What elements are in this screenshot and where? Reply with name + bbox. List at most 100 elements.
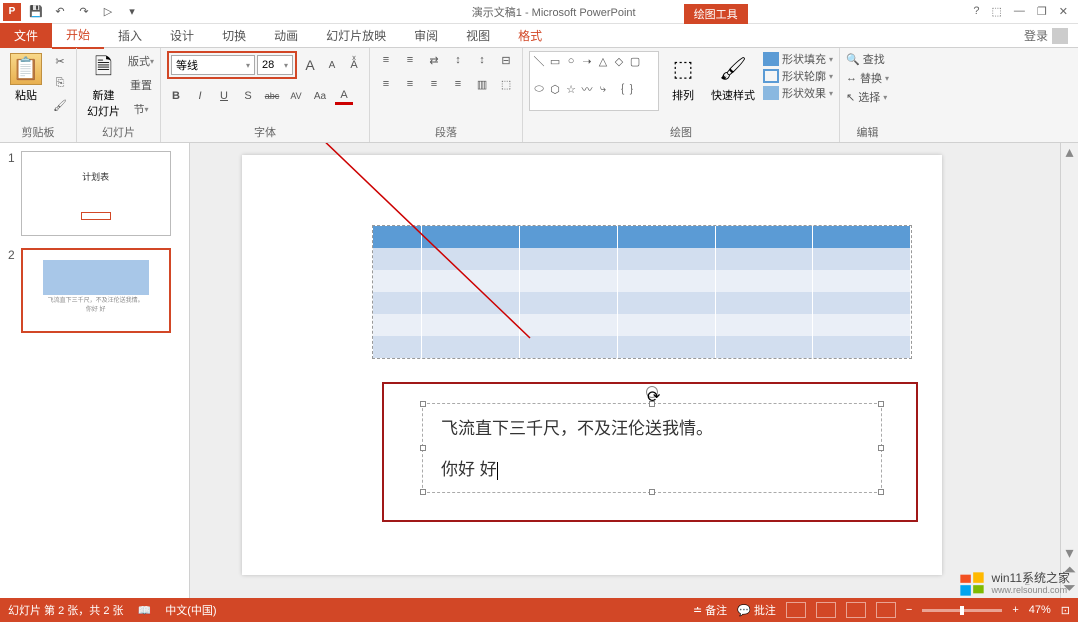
scroll-down-button[interactable]: ▾ bbox=[1061, 544, 1078, 562]
resize-handle-ne[interactable] bbox=[878, 401, 884, 407]
shapes-gallery[interactable]: ＼ ▭ ○ ➝ △ ◇ ▢ ⬭ ⬡ ☆ 〰 ⤷ ｛ ｝ bbox=[529, 51, 659, 111]
columns-button[interactable]: ▥ bbox=[472, 75, 492, 93]
shape-arrow-icon[interactable]: ➝ bbox=[580, 54, 594, 68]
slide-table[interactable] bbox=[373, 226, 911, 358]
shape-brace2-icon[interactable]: ｝ bbox=[628, 82, 642, 96]
font-size-combo[interactable]: 28▾ bbox=[257, 55, 293, 75]
start-slideshow-button[interactable]: ▷ bbox=[100, 4, 116, 20]
change-case-button[interactable]: Aa bbox=[311, 87, 329, 105]
select-button[interactable]: ↖选择 ▾ bbox=[846, 89, 889, 105]
thumbnail-2[interactable]: 2 飞流直下三千尺，不及汪伦送我情。 你好 好 bbox=[8, 248, 181, 333]
new-slide-button[interactable]: 🗎 新建 幻灯片 bbox=[83, 51, 124, 121]
resize-handle-s[interactable] bbox=[649, 489, 655, 495]
underline-button[interactable]: U bbox=[215, 87, 233, 105]
shape-curve-icon[interactable]: 〰 bbox=[580, 82, 594, 96]
thumbnail-1[interactable]: 1 计划表 bbox=[8, 151, 181, 236]
redo-button[interactable]: ↷ bbox=[76, 4, 92, 20]
resize-handle-w[interactable] bbox=[420, 445, 426, 451]
slide-editor[interactable]: ⟳ 飞流直下三千尺，不及汪伦送我情。 你好 好 2 bbox=[190, 143, 1060, 598]
align-left-button[interactable]: ≡ bbox=[376, 75, 396, 93]
resize-handle-sw[interactable] bbox=[420, 489, 426, 495]
shape-roundrect-icon[interactable]: ▢ bbox=[628, 54, 642, 68]
replace-button[interactable]: ↔替换 ▾ bbox=[846, 70, 889, 86]
shape-oval-icon[interactable]: ○ bbox=[564, 54, 578, 68]
convert-smartart-button[interactable]: ⬚ bbox=[496, 75, 516, 93]
reading-view-button[interactable] bbox=[846, 602, 866, 618]
shape-line-icon[interactable]: ＼ bbox=[532, 54, 546, 68]
list-level-button[interactable]: ⇄ bbox=[424, 51, 444, 69]
tab-slideshow[interactable]: 幻灯片放映 bbox=[312, 23, 400, 48]
thumbnail-1-preview[interactable]: 计划表 bbox=[21, 151, 171, 236]
char-spacing-button[interactable]: AV bbox=[287, 87, 305, 105]
zoom-level[interactable]: 47% bbox=[1029, 604, 1051, 616]
align-center-button[interactable]: ≡ bbox=[400, 75, 420, 93]
notes-button[interactable]: ≐ 备注 bbox=[693, 602, 727, 618]
reset-button[interactable]: 重置 bbox=[128, 75, 154, 95]
tab-home[interactable]: 开始 bbox=[52, 22, 104, 49]
zoom-slider[interactable] bbox=[922, 609, 1002, 612]
save-button[interactable]: 💾 bbox=[28, 4, 44, 20]
line-spacing-button[interactable]: ↕ bbox=[448, 51, 468, 69]
align-right-button[interactable]: ≡ bbox=[424, 75, 444, 93]
spell-check-icon[interactable]: 📖 bbox=[138, 604, 152, 617]
zoom-slider-thumb[interactable] bbox=[960, 606, 964, 615]
layout-button[interactable]: 版式 ▾ bbox=[128, 51, 154, 71]
language-button[interactable]: 中文(中国) bbox=[165, 602, 216, 618]
text-direction-button[interactable]: ↕ bbox=[472, 51, 492, 69]
scroll-up-button[interactable]: ▴ bbox=[1061, 143, 1078, 161]
slide-info[interactable]: 幻灯片 第 2 张，共 2 张 bbox=[8, 602, 124, 618]
help-button[interactable]: ? bbox=[973, 5, 979, 18]
minimize-button[interactable]: — bbox=[1014, 5, 1025, 18]
align-text-button[interactable]: ⊟ bbox=[496, 51, 516, 69]
comments-button[interactable]: 💬 批注 bbox=[737, 602, 776, 618]
fit-to-window-button[interactable]: ⊡ bbox=[1061, 604, 1070, 617]
shape-rect-icon[interactable]: ▭ bbox=[548, 54, 562, 68]
rotation-handle[interactable]: ⟳ bbox=[646, 386, 658, 398]
italic-button[interactable]: I bbox=[191, 87, 209, 105]
justify-button[interactable]: ≡ bbox=[448, 75, 468, 93]
resize-handle-nw[interactable] bbox=[420, 401, 426, 407]
resize-handle-n[interactable] bbox=[649, 401, 655, 407]
scroll-track[interactable] bbox=[1061, 161, 1078, 544]
text-box-object[interactable]: ⟳ 飞流直下三千尺，不及汪伦送我情。 你好 好 bbox=[422, 403, 882, 493]
tab-transitions[interactable]: 切换 bbox=[208, 23, 260, 48]
tab-file[interactable]: 文件 bbox=[0, 23, 52, 48]
sorter-view-button[interactable] bbox=[816, 602, 836, 618]
normal-view-button[interactable] bbox=[786, 602, 806, 618]
slide-thumbnail-panel[interactable]: 1 计划表 2 飞流直下三千尺，不及汪伦送我情。 你好 好 bbox=[0, 143, 190, 598]
restore-button[interactable]: ❐ bbox=[1037, 5, 1047, 18]
shape-effects-button[interactable]: 形状效果 ▾ bbox=[763, 85, 833, 101]
shape-brace-icon[interactable]: ｛ bbox=[612, 82, 626, 96]
shape-outline-button[interactable]: 形状轮廓 ▾ bbox=[763, 68, 833, 84]
quick-styles-button[interactable]: 🖌 快速样式 bbox=[707, 51, 759, 105]
text-line-1[interactable]: 飞流直下三千尺，不及汪伦送我情。 bbox=[441, 414, 863, 439]
slideshow-view-button[interactable] bbox=[876, 602, 896, 618]
text-line-2[interactable]: 你好 好 bbox=[441, 455, 863, 480]
zoom-in-button[interactable]: + bbox=[1012, 604, 1018, 616]
thumbnail-2-preview[interactable]: 飞流直下三千尺，不及汪伦送我情。 你好 好 bbox=[21, 248, 171, 333]
bold-button[interactable]: B bbox=[167, 87, 185, 105]
table-object[interactable] bbox=[372, 225, 912, 359]
shape-fill-button[interactable]: 形状填充 ▾ bbox=[763, 51, 833, 67]
clear-format-button[interactable]: Aͯ bbox=[345, 56, 363, 74]
numbering-button[interactable]: ≡ bbox=[400, 51, 420, 69]
shrink-font-button[interactable]: A bbox=[323, 56, 341, 74]
tab-format[interactable]: 格式 bbox=[504, 23, 556, 48]
grow-font-button[interactable]: A bbox=[301, 56, 319, 74]
cut-button[interactable]: ✂ bbox=[50, 51, 70, 71]
shape-triangle-icon[interactable]: △ bbox=[596, 54, 610, 68]
login-button[interactable]: 登录 bbox=[1014, 27, 1078, 44]
zoom-out-button[interactable]: − bbox=[906, 604, 912, 616]
font-name-combo[interactable]: 等线▾ bbox=[171, 55, 255, 75]
paste-button[interactable]: 📋 粘贴 bbox=[6, 51, 46, 105]
arrange-button[interactable]: ⬚ 排列 bbox=[663, 51, 703, 105]
tab-insert[interactable]: 插入 bbox=[104, 23, 156, 48]
tab-view[interactable]: 视图 bbox=[452, 23, 504, 48]
find-button[interactable]: 🔍查找 bbox=[846, 51, 889, 67]
shape-cylinder-icon[interactable]: ⬭ bbox=[532, 82, 546, 96]
resize-handle-e[interactable] bbox=[878, 445, 884, 451]
ribbon-options-button[interactable]: ⬚ bbox=[992, 5, 1002, 18]
tab-animations[interactable]: 动画 bbox=[260, 23, 312, 48]
format-painter-button[interactable]: 🖌 bbox=[50, 95, 70, 115]
slide-canvas[interactable]: ⟳ 飞流直下三千尺，不及汪伦送我情。 你好 好 bbox=[242, 155, 942, 575]
